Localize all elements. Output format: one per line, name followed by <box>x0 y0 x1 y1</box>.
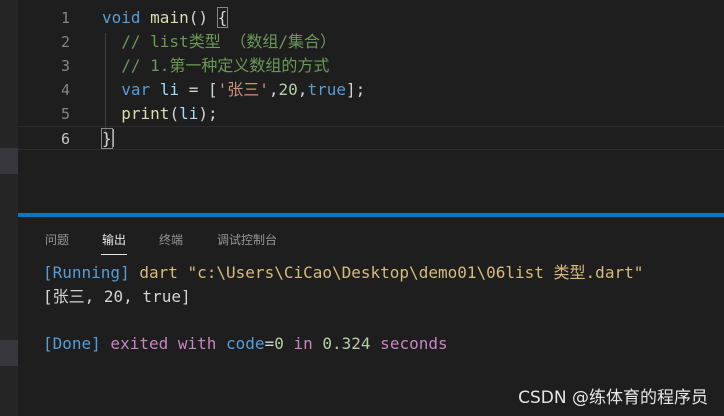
panel-tabs: 问题 输出 终端 调试控制台 <box>18 217 724 263</box>
code-token: void <box>102 8 141 27</box>
code-token: var <box>121 80 151 99</box>
running-tag: [Running] <box>43 263 130 282</box>
activity-bar <box>0 0 18 416</box>
watermark: CSDN @练体育的程序员 <box>518 388 708 408</box>
code-line[interactable]: 6} <box>18 126 724 150</box>
activity-bar-marker <box>0 340 18 366</box>
elapsed-time: 0.324 <box>322 334 371 353</box>
code-text: // list类型 （数组/集合） <box>102 30 336 54</box>
code-text: } <box>101 127 114 151</box>
code-token: , <box>297 80 308 99</box>
seconds-text: seconds <box>370 334 448 353</box>
code-token: ]; <box>345 80 366 99</box>
code-text: void main() { <box>102 6 229 30</box>
code-token: { <box>216 7 229 28</box>
code-token: // list类型 （数组/集合） <box>102 32 336 51</box>
running-command: dart "c:\Users\CiCao\Desktop\demo01\06li… <box>129 263 644 282</box>
tab-problems[interactable]: 问题 <box>45 231 69 248</box>
code-line[interactable]: 4 var li = ['张三',20,true]; <box>18 78 724 102</box>
output-line-result: [张三, 20, true] <box>43 285 191 309</box>
code-text: print(li); <box>102 102 218 126</box>
line-number: 1 <box>60 9 70 27</box>
line-number: 2 <box>60 33 70 51</box>
tab-terminal[interactable]: 终端 <box>159 231 183 248</box>
line-number: 6 <box>60 130 70 148</box>
code-text: code <box>226 334 265 353</box>
tab-output[interactable]: 输出 <box>100 231 128 255</box>
code-editor[interactable]: 1 void main() {2 // list类型 （数组/集合） 3 // 1.… <box>18 0 724 213</box>
code-token: print <box>121 104 170 123</box>
code-token: main <box>150 8 189 27</box>
code-line[interactable]: 1 void main() { <box>18 6 724 30</box>
code-token: , <box>268 80 279 99</box>
code-token: '张三' <box>217 80 269 99</box>
code-line[interactable]: 3 // 1.第一种定义数组的方式 <box>18 54 724 78</box>
code-token: li <box>179 104 199 123</box>
code-line[interactable]: 2 // list类型 （数组/集合） <box>18 30 724 54</box>
output-line-done: [Done] exited with code=0 in 0.324 secon… <box>43 332 448 356</box>
code-token: ); <box>198 104 218 123</box>
equals-text: = <box>264 334 275 353</box>
code-token: } <box>101 128 113 149</box>
code-line[interactable]: 5 print(li); <box>18 102 724 126</box>
line-number: 4 <box>60 81 70 99</box>
exit-code: 0 <box>274 334 284 353</box>
activity-bar-marker <box>0 148 18 174</box>
output-result: [张三, 20, true] <box>43 287 191 306</box>
code-token: true <box>307 80 346 99</box>
tab-debug-console[interactable]: 调试控制台 <box>217 231 277 248</box>
done-tag: [Done] <box>43 334 101 353</box>
output-line-running: [Running] dart "c:\Users\CiCao\Desktop\d… <box>43 261 643 285</box>
code-token: ( <box>169 104 180 123</box>
code-token: 20 <box>278 80 298 99</box>
in-text: in <box>283 334 323 353</box>
exited-text: exited with <box>100 334 227 353</box>
code-text: var li = ['张三',20,true]; <box>102 78 365 102</box>
code-token: () <box>188 8 218 27</box>
text-cursor <box>111 129 114 147</box>
line-number: 5 <box>60 105 70 123</box>
code-token: = [ <box>179 80 218 99</box>
code-token: li <box>159 80 180 99</box>
line-number: 3 <box>60 57 70 75</box>
code-token: // 1.第一种定义数组的方式 <box>102 56 330 75</box>
code-text: // 1.第一种定义数组的方式 <box>102 54 329 78</box>
